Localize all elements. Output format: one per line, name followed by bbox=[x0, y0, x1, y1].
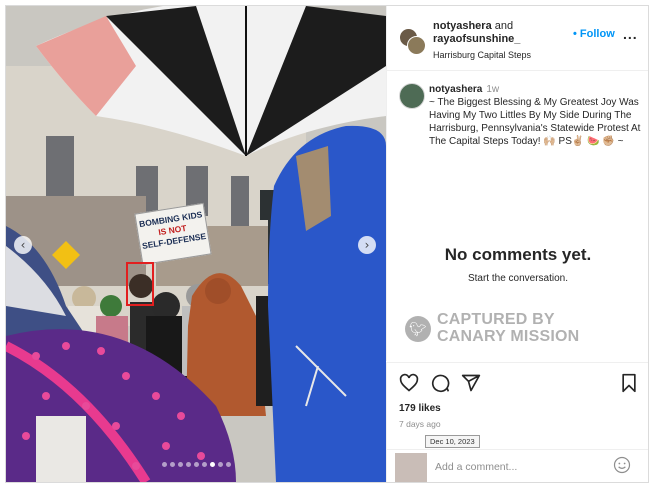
heart-icon[interactable] bbox=[399, 373, 419, 393]
caption-text: notyashera 1w ~ The Biggest Blessing & My… bbox=[429, 83, 641, 148]
carousel-dot bbox=[209, 462, 215, 467]
username-link-2[interactable]: rayaofsunshine_ bbox=[433, 33, 520, 45]
caption-username[interactable]: notyashera bbox=[429, 84, 482, 95]
comment-input[interactable]: Add a comment... bbox=[435, 461, 517, 473]
share-icon[interactable] bbox=[461, 373, 481, 393]
caption-age: 1w bbox=[486, 84, 500, 95]
canary-bird-icon: 🐦︎ bbox=[405, 316, 431, 342]
watermark-text: CAPTURED BY CANARY MISSION bbox=[437, 311, 579, 345]
caption-avatar[interactable] bbox=[399, 83, 425, 109]
watermark-line-2: CANARY MISSION bbox=[437, 328, 580, 345]
location-link[interactable]: Harrisburg Capital Steps bbox=[433, 50, 531, 60]
comment-row: Add a comment... bbox=[387, 449, 648, 482]
protest-sign: BOMBING KIDS IS NOT SELF-DEFENSE bbox=[134, 202, 212, 266]
instagram-post: BOMBING KIDS IS NOT SELF-DEFENSE ‹ › not… bbox=[5, 5, 649, 483]
chevron-right-icon[interactable]: › bbox=[358, 236, 376, 254]
post-photo[interactable]: BOMBING KIDS IS NOT SELF-DEFENSE ‹ › bbox=[6, 6, 386, 482]
follow-button[interactable]: • Follow bbox=[573, 28, 615, 40]
watermark: 🐦︎ CAPTURED BY CANARY MISSION bbox=[405, 311, 645, 351]
date-tooltip: Dec 10, 2023 bbox=[425, 435, 480, 448]
carousel-dot bbox=[177, 462, 183, 467]
comment-icon[interactable] bbox=[430, 373, 450, 393]
avatar-2 bbox=[407, 36, 426, 55]
header-usernames: notyashera and rayaofsunshine_ bbox=[433, 20, 520, 46]
carousel-dot bbox=[161, 462, 167, 467]
username-connector: and bbox=[494, 20, 514, 32]
post-timestamp[interactable]: 7 days ago bbox=[399, 419, 441, 429]
no-comments-title: No comments yet. bbox=[444, 245, 592, 264]
avatar[interactable] bbox=[399, 28, 426, 55]
action-bar: 179 likes 7 days ago Dec 10, 2023 Add a … bbox=[386, 362, 648, 482]
username-link-1[interactable]: notyashera bbox=[433, 20, 492, 32]
carousel-dot bbox=[201, 462, 207, 467]
highlight-box bbox=[126, 262, 154, 306]
carousel-dot bbox=[193, 462, 199, 467]
emoji-icon[interactable] bbox=[613, 456, 631, 474]
carousel-dot bbox=[217, 462, 223, 467]
carousel-dot bbox=[225, 462, 231, 467]
start-conversation-text: Start the conversation. bbox=[467, 273, 569, 284]
follow-dot: • bbox=[573, 28, 580, 40]
follow-label: Follow bbox=[579, 28, 615, 40]
post-sidebar: notyashera and rayaofsunshine_ Harrisbur… bbox=[386, 6, 648, 482]
caption-body: ~ The Biggest Blessing & My Greatest Joy… bbox=[429, 97, 641, 147]
likes-count[interactable]: 179 likes bbox=[399, 403, 441, 414]
carousel-dot bbox=[185, 462, 191, 467]
bookmark-icon[interactable] bbox=[619, 373, 639, 393]
watermark-line-1: CAPTURED BY bbox=[437, 311, 555, 328]
more-options-icon[interactable]: ... bbox=[623, 26, 638, 42]
carousel-dots bbox=[6, 454, 386, 472]
chevron-left-icon[interactable]: ‹ bbox=[14, 236, 32, 254]
post-header: notyashera and rayaofsunshine_ Harrisbur… bbox=[386, 6, 648, 71]
carousel-dot bbox=[169, 462, 175, 467]
caption-area: notyashera 1w ~ The Biggest Blessing & My… bbox=[386, 71, 648, 361]
viewer-avatar bbox=[395, 453, 427, 482]
